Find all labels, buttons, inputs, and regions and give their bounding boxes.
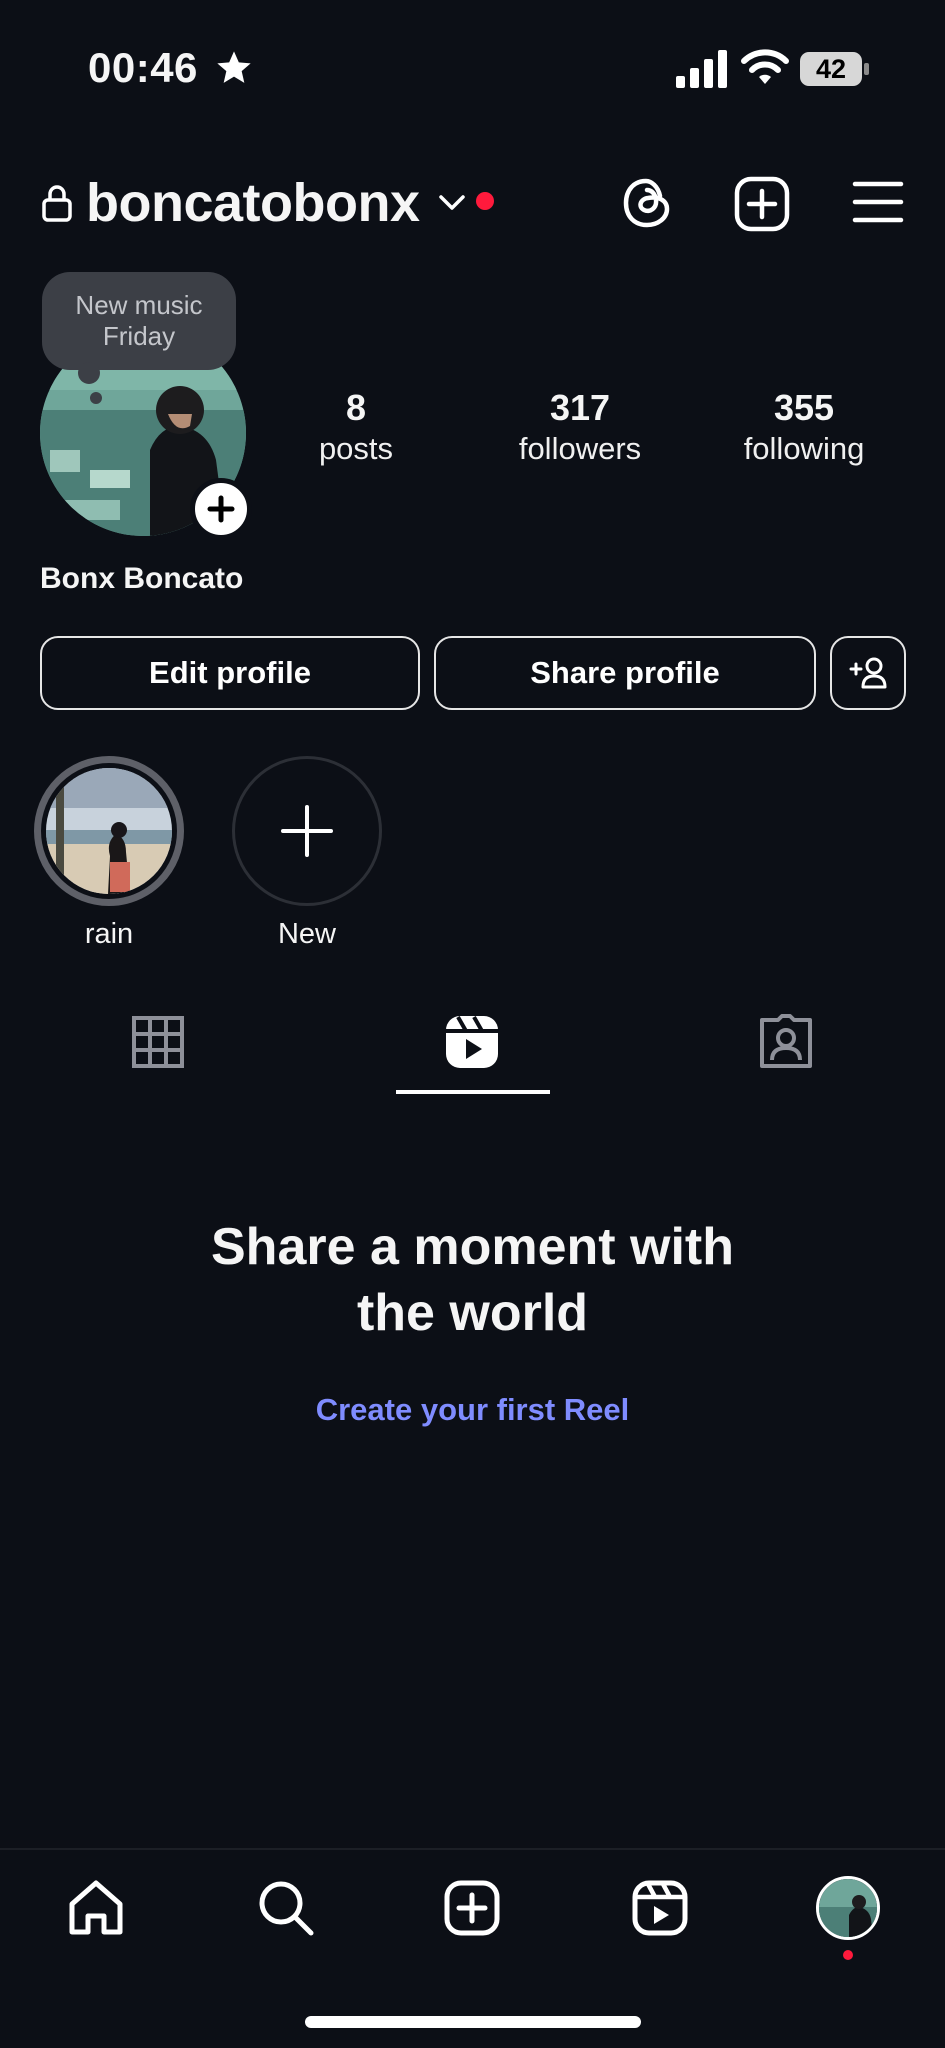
stat-label: posts	[318, 431, 394, 466]
grid-icon[interactable]	[130, 1014, 186, 1070]
edit-profile-button[interactable]: Edit profile	[40, 636, 420, 710]
wifi-icon	[741, 49, 789, 84]
highlight-label: New	[277, 918, 336, 950]
home-indicator[interactable]	[305, 2016, 641, 2028]
highlight-thumbnail	[46, 768, 172, 894]
share-profile-button[interactable]: Share profile	[434, 636, 816, 710]
notification-dot	[843, 1950, 853, 1960]
add-person-icon	[849, 657, 887, 689]
active-tab-indicator	[396, 1090, 550, 1094]
tagged-icon[interactable]	[758, 1014, 814, 1070]
chevron-down-icon[interactable]	[438, 194, 466, 212]
plus-icon	[207, 495, 235, 523]
empty-state-title: Share a moment with the world	[0, 1214, 945, 1346]
display-name: Bonx Boncato	[40, 562, 244, 595]
highlight-rain[interactable]	[34, 756, 184, 906]
account-username[interactable]: boncatobonx	[86, 172, 420, 234]
stat-value: 317	[549, 387, 611, 428]
stat-value: 8	[345, 387, 367, 428]
note-bubble[interactable]: New music Friday	[42, 272, 236, 370]
note-bubble-tail	[78, 362, 100, 384]
empty-state-title-text: Share a moment with the world	[211, 1218, 734, 1342]
menu-icon[interactable]	[852, 180, 904, 224]
create-icon[interactable]	[442, 1878, 502, 1938]
create-post-icon[interactable]	[734, 176, 790, 232]
cellular-signal-icon	[676, 50, 727, 88]
profile-tab-photo	[819, 1879, 877, 1937]
lock-icon	[42, 185, 72, 222]
search-icon[interactable]	[256, 1878, 316, 1938]
bottom-nav-divider	[0, 1848, 945, 1850]
stat-value: 355	[773, 387, 835, 428]
reels-tab-icon[interactable]	[444, 1014, 500, 1070]
discover-people-button[interactable]	[830, 636, 906, 710]
notification-dot	[476, 192, 494, 210]
stat-label: followers	[518, 431, 642, 466]
reels-icon[interactable]	[630, 1878, 690, 1938]
stat-label: following	[743, 431, 865, 466]
status-time: 00:46	[88, 44, 198, 91]
stat-followers[interactable]: 317 followers	[490, 386, 670, 468]
star-icon	[217, 51, 251, 83]
note-bubble-tail-small	[90, 392, 102, 404]
add-story-button[interactable]	[190, 478, 252, 540]
battery-level: 42	[815, 54, 847, 84]
create-first-reel-label: Create your first Reel	[315, 1392, 630, 1427]
create-first-reel-link[interactable]: Create your first Reel	[0, 1392, 945, 1428]
highlight-label: rain	[84, 918, 134, 950]
home-icon[interactable]	[66, 1878, 126, 1938]
threads-icon[interactable]	[620, 176, 674, 230]
battery-indicator: 42	[800, 52, 870, 86]
profile-tab-avatar[interactable]	[816, 1876, 880, 1940]
new-highlight-button[interactable]	[232, 756, 382, 906]
stat-posts[interactable]: 8 posts	[266, 386, 446, 468]
plus-icon	[281, 805, 333, 857]
stat-following[interactable]: 355 following	[714, 386, 894, 468]
